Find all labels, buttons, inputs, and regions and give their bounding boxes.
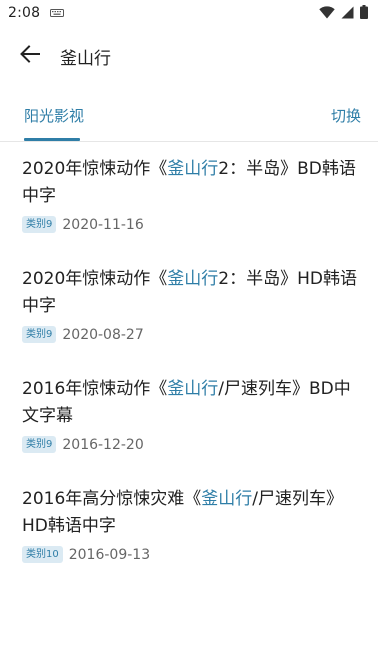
title-prefix: 2016年高分惊悚灾难《 xyxy=(22,489,202,509)
title-keyword: 釜山行 xyxy=(167,379,219,399)
status-bar: 2:08 xyxy=(0,0,378,26)
tab-bar: 阳光影视 切换 xyxy=(0,86,378,142)
title-keyword: 釜山行 xyxy=(201,489,253,509)
signal-icon xyxy=(341,4,354,23)
list-item[interactable]: 2016年高分惊悚灾难《釜山行/尸速列车》HD韩语中字 类别10 2016-09… xyxy=(22,486,358,563)
status-icons xyxy=(319,4,368,23)
arrow-left-icon xyxy=(20,45,40,67)
item-meta: 类别9 2020-08-27 xyxy=(22,326,358,343)
item-meta: 类别9 2020-11-16 xyxy=(22,216,358,233)
page-title: 釜山行 xyxy=(60,48,111,69)
list-item[interactable]: 2020年惊悚动作《釜山行2：半岛》BD韩语中字 类别9 2020-11-16 xyxy=(22,156,358,233)
item-title: 2016年高分惊悚灾难《釜山行/尸速列车》HD韩语中字 xyxy=(22,486,358,540)
tab-source-active[interactable]: 阳光影视 xyxy=(24,105,84,126)
tab-indicator xyxy=(24,138,80,141)
item-meta: 类别10 2016-09-13 xyxy=(22,546,358,563)
keyboard-icon xyxy=(50,8,65,18)
title-keyword: 釜山行 xyxy=(167,269,219,289)
title-keyword: 釜山行 xyxy=(167,159,219,179)
title-prefix: 2016年惊悚动作《 xyxy=(22,379,168,399)
item-title: 2016年惊悚动作《釜山行/尸速列车》BD中文字幕 xyxy=(22,376,358,430)
status-time: 2:08 xyxy=(8,5,41,21)
item-date: 2016-12-20 xyxy=(62,436,144,453)
category-badge: 类别9 xyxy=(22,216,57,233)
item-title: 2020年惊悚动作《釜山行2：半岛》HD韩语中字 xyxy=(22,266,358,320)
battery-icon xyxy=(360,4,368,23)
app-bar: 釜山行 xyxy=(0,26,378,86)
category-badge: 类别9 xyxy=(22,326,57,343)
item-date: 2020-11-16 xyxy=(62,216,144,233)
switch-source-button[interactable]: 切换 xyxy=(331,105,361,126)
item-meta: 类别9 2016-12-20 xyxy=(22,436,358,453)
item-date: 2016-09-13 xyxy=(68,546,151,563)
list-item[interactable]: 2016年惊悚动作《釜山行/尸速列车》BD中文字幕 类别9 2016-12-20 xyxy=(22,376,358,453)
category-badge: 类别10 xyxy=(22,546,63,563)
item-date: 2020-08-27 xyxy=(62,326,144,343)
category-badge: 类别9 xyxy=(22,436,57,453)
item-title: 2020年惊悚动作《釜山行2：半岛》BD韩语中字 xyxy=(22,156,358,210)
title-prefix: 2020年惊悚动作《 xyxy=(22,159,168,179)
title-prefix: 2020年惊悚动作《 xyxy=(22,269,168,289)
list-item[interactable]: 2020年惊悚动作《釜山行2：半岛》HD韩语中字 类别9 2020-08-27 xyxy=(22,266,358,343)
back-button[interactable] xyxy=(8,34,52,78)
wifi-icon xyxy=(319,4,335,23)
